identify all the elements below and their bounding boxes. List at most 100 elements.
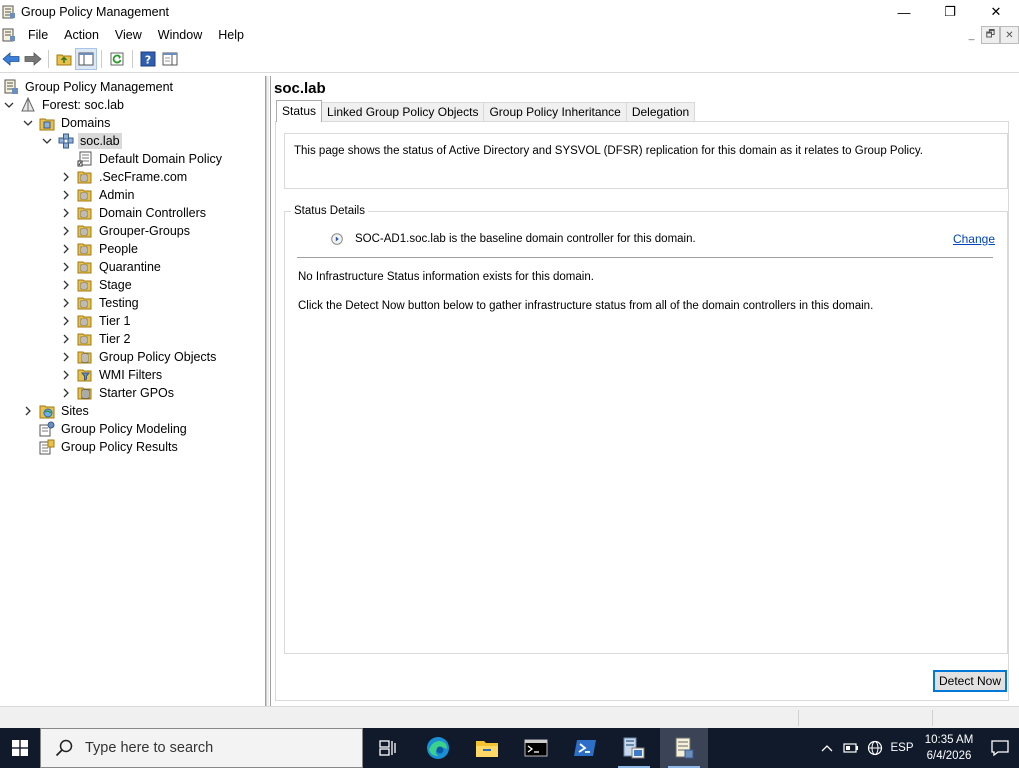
taskbar-clock[interactable]: 10:35 AM 6/4/2026: [917, 732, 981, 764]
task-view-icon: [379, 740, 396, 756]
tree-item-default-domain-policy[interactable]: Default Domain Policy: [77, 150, 224, 168]
tree-item-ou[interactable]: Tier 1: [60, 312, 133, 330]
chevron-down-icon[interactable]: [22, 117, 34, 129]
chevron-right-icon[interactable]: [60, 369, 72, 381]
taskbar-gpmc[interactable]: [660, 728, 708, 768]
tree-label: Group Policy Results: [61, 440, 178, 454]
chevron-right-icon[interactable]: [60, 333, 72, 345]
tree-item-group-policy-objects[interactable]: Group Policy Objects: [60, 348, 218, 366]
tree-label: Group Policy Objects: [99, 350, 217, 364]
chevron-right-icon[interactable]: [60, 189, 72, 201]
tree-item-group-policy-modeling[interactable]: Group Policy Modeling: [39, 420, 189, 438]
menu-view[interactable]: View: [107, 24, 150, 46]
chevron-right-icon[interactable]: [60, 225, 72, 237]
tab-linked-gpos[interactable]: Linked Group Policy Objects: [321, 102, 485, 122]
mdi-minimize-button[interactable]: _: [962, 26, 981, 44]
chevron-right-icon[interactable]: [60, 207, 72, 219]
tree-item-group-policy-results[interactable]: Group Policy Results: [39, 438, 180, 456]
mdi-close-button[interactable]: ✕: [1000, 26, 1019, 44]
pane-splitter[interactable]: [266, 76, 269, 706]
tree-item-ou[interactable]: Quarantine: [60, 258, 163, 276]
input-language-indicator[interactable]: ESP: [887, 728, 917, 768]
pane-title: soc.lab: [274, 80, 326, 97]
details-pane: soc.lab Status Linked Group Policy Objec…: [270, 76, 1019, 706]
tree-item-domains[interactable]: Domains: [22, 114, 112, 132]
console-tree: Group Policy Management Forest: soc.lab …: [0, 76, 266, 706]
starter-gpo-icon: [77, 385, 93, 401]
start-button[interactable]: [0, 728, 40, 768]
chevron-right-icon[interactable]: [60, 297, 72, 309]
chevron-down-icon[interactable]: [41, 135, 53, 147]
tree-item-ou[interactable]: Domain Controllers: [60, 204, 208, 222]
close-button[interactable]: ✕: [973, 0, 1019, 24]
tree-label: Starter GPOs: [99, 386, 175, 400]
chevron-right-icon[interactable]: [60, 261, 72, 273]
clock-time: 10:35 AM: [924, 734, 974, 746]
forward-button[interactable]: [22, 48, 44, 70]
forest-icon: [20, 97, 36, 113]
battery-tray-button[interactable]: [839, 728, 863, 768]
show-hidden-icons-button[interactable]: [815, 728, 839, 768]
taskbar-edge[interactable]: [414, 728, 462, 768]
chevron-right-icon[interactable]: [60, 315, 72, 327]
gpo-container-icon: [77, 349, 93, 365]
change-link[interactable]: Change: [953, 232, 995, 246]
chevron-right-icon[interactable]: [60, 387, 72, 399]
chevron-right-icon[interactable]: [60, 243, 72, 255]
help-icon: ?: [140, 51, 156, 67]
back-button[interactable]: [0, 48, 22, 70]
chevron-right-icon[interactable]: [60, 279, 72, 291]
taskbar-powershell[interactable]: [561, 728, 609, 768]
show-hide-tree-button[interactable]: [75, 48, 97, 70]
taskbar-search-box[interactable]: Type here to search: [40, 728, 363, 768]
mdi-restore-button[interactable]: 🗗: [981, 26, 1000, 44]
up-folder-button[interactable]: [53, 48, 75, 70]
chevron-right-icon[interactable]: [60, 351, 72, 363]
tree-item-ou[interactable]: Tier 2: [60, 330, 133, 348]
menu-help[interactable]: Help: [210, 24, 252, 46]
maximize-button[interactable]: ❐: [927, 0, 973, 24]
tree-item-gpm-root[interactable]: Group Policy Management: [3, 78, 175, 96]
info-text: This page shows the status of Active Dir…: [294, 145, 923, 157]
tree-item-domain-soc-lab[interactable]: soc.lab: [41, 132, 122, 150]
tree-item-sites[interactable]: Sites: [22, 402, 91, 420]
expand-circle-icon[interactable]: [331, 233, 343, 245]
taskbar-command-prompt[interactable]: [512, 728, 560, 768]
action-center-button[interactable]: [981, 728, 1019, 768]
minimize-button[interactable]: —: [881, 0, 927, 24]
taskbar-server-manager[interactable]: [610, 728, 658, 768]
terminal-icon: [524, 739, 548, 757]
menu-window[interactable]: Window: [150, 24, 210, 46]
tab-gp-inheritance[interactable]: Group Policy Inheritance: [483, 102, 627, 122]
tree-item-ou[interactable]: Grouper-Groups: [60, 222, 192, 240]
tree-item-forest[interactable]: Forest: soc.lab: [3, 96, 126, 114]
toolbar-separator: [132, 50, 133, 68]
tree-item-ou[interactable]: People: [60, 240, 140, 258]
detect-now-button[interactable]: Detect Now: [933, 670, 1007, 692]
tree-item-ou[interactable]: .SecFrame.com: [60, 168, 189, 186]
tree-item-ou[interactable]: Stage: [60, 276, 134, 294]
domain-icon: [58, 133, 74, 149]
tab-status[interactable]: Status: [276, 100, 323, 122]
chevron-right-icon[interactable]: [60, 171, 72, 183]
tree-item-ou[interactable]: Admin: [60, 186, 136, 204]
menu-file[interactable]: File: [20, 24, 56, 46]
refresh-button[interactable]: [106, 48, 128, 70]
menu-action[interactable]: Action: [56, 24, 107, 46]
tree-label: Grouper-Groups: [99, 224, 191, 238]
tree-item-wmi-filters[interactable]: WMI Filters: [60, 366, 164, 384]
chevron-right-icon[interactable]: [22, 405, 34, 417]
task-view-button[interactable]: [364, 728, 412, 768]
status-divider: [798, 710, 799, 726]
show-action-pane-button[interactable]: [159, 48, 181, 70]
chevron-down-icon[interactable]: [3, 99, 15, 111]
modeling-icon: [39, 421, 55, 437]
tree-item-ou[interactable]: Testing: [60, 294, 141, 312]
taskbar-file-explorer[interactable]: [463, 728, 511, 768]
window-title: Group Policy Management: [21, 5, 169, 19]
tab-delegation[interactable]: Delegation: [625, 102, 696, 122]
tree-item-starter-gpos[interactable]: Starter GPOs: [60, 384, 176, 402]
console-icon[interactable]: [2, 28, 16, 42]
help-button[interactable]: ?: [137, 48, 159, 70]
network-tray-button[interactable]: [863, 728, 887, 768]
